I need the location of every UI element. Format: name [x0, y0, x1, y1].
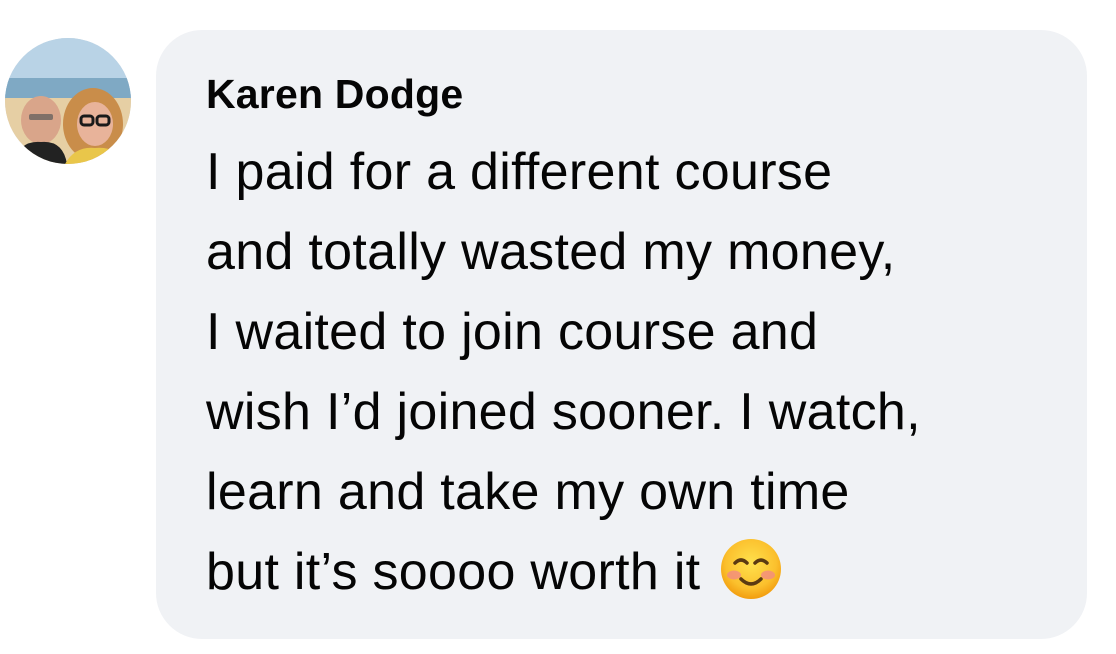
comment-line: and totally wasted my money, — [206, 223, 896, 281]
comment-line: wish I’d joined sooner. I watch, — [206, 383, 921, 441]
comment-line: I paid for a different course — [206, 143, 833, 201]
comment-bubble: Karen Dodge I paid for a different cours… — [156, 30, 1087, 639]
comment-line: I waited to join course and — [206, 303, 819, 361]
smiling-face-with-smiling-eyes-icon — [719, 537, 783, 601]
comment-author[interactable]: Karen Dodge — [206, 70, 1043, 118]
avatar[interactable] — [5, 38, 131, 164]
comment: Karen Dodge I paid for a different cours… — [0, 0, 1116, 654]
comment-last-line: but it’s soooo worth it — [206, 532, 1043, 612]
comment-line: learn and take my own time — [206, 463, 850, 521]
comment-line-text: but it’s soooo worth it — [206, 543, 701, 601]
comment-text: I paid for a different course and totall… — [206, 132, 1043, 612]
profile-photo-avatar — [5, 38, 131, 164]
